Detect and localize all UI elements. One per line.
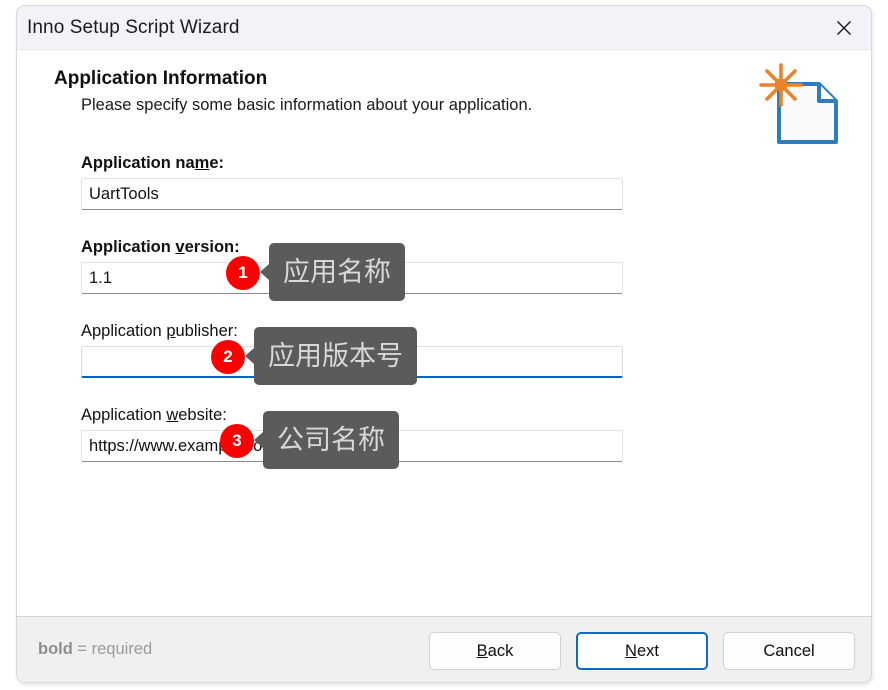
label-application-name: Application name: bbox=[81, 154, 623, 173]
annotation-tooltip-2-text: 应用版本号 bbox=[268, 343, 403, 370]
page-title: Application Information bbox=[54, 68, 267, 90]
close-icon[interactable] bbox=[817, 6, 871, 49]
screenshot-root: Inno Setup Script Wizard Application Inf… bbox=[0, 0, 888, 690]
wizard-window: Inno Setup Script Wizard Application Inf… bbox=[16, 5, 872, 683]
annotation-badge-1: 1 bbox=[226, 256, 260, 290]
back-button[interactable]: Back bbox=[429, 632, 561, 670]
required-legend: bold = required bbox=[38, 640, 152, 659]
annotation-tooltip-3-text: 公司名称 bbox=[277, 427, 385, 454]
annotation-tooltip-1: 应用名称 bbox=[269, 243, 405, 301]
footer-button-row: Back Next Cancel bbox=[429, 632, 855, 670]
annotation-tooltip-1-text: 应用名称 bbox=[283, 259, 391, 286]
new-script-page-icon bbox=[757, 58, 849, 150]
annotation-badge-2: 2 bbox=[211, 340, 245, 374]
cancel-button[interactable]: Cancel bbox=[723, 632, 855, 670]
input-application-name[interactable] bbox=[81, 178, 623, 210]
page-subtitle: Please specify some basic information ab… bbox=[81, 96, 532, 115]
annotation-tooltip-3: 公司名称 bbox=[263, 411, 399, 469]
field-application-name: Application name: bbox=[81, 154, 623, 210]
next-button[interactable]: Next bbox=[576, 632, 708, 670]
annotation-badge-3: 3 bbox=[220, 424, 254, 458]
annotation-tooltip-2: 应用版本号 bbox=[254, 327, 417, 385]
wizard-footer: bold = required Back Next Cancel bbox=[17, 616, 871, 682]
window-titlebar: Inno Setup Script Wizard bbox=[17, 6, 871, 50]
wizard-page-content: Application Information Please specify s… bbox=[17, 50, 871, 616]
window-title: Inno Setup Script Wizard bbox=[27, 17, 240, 39]
